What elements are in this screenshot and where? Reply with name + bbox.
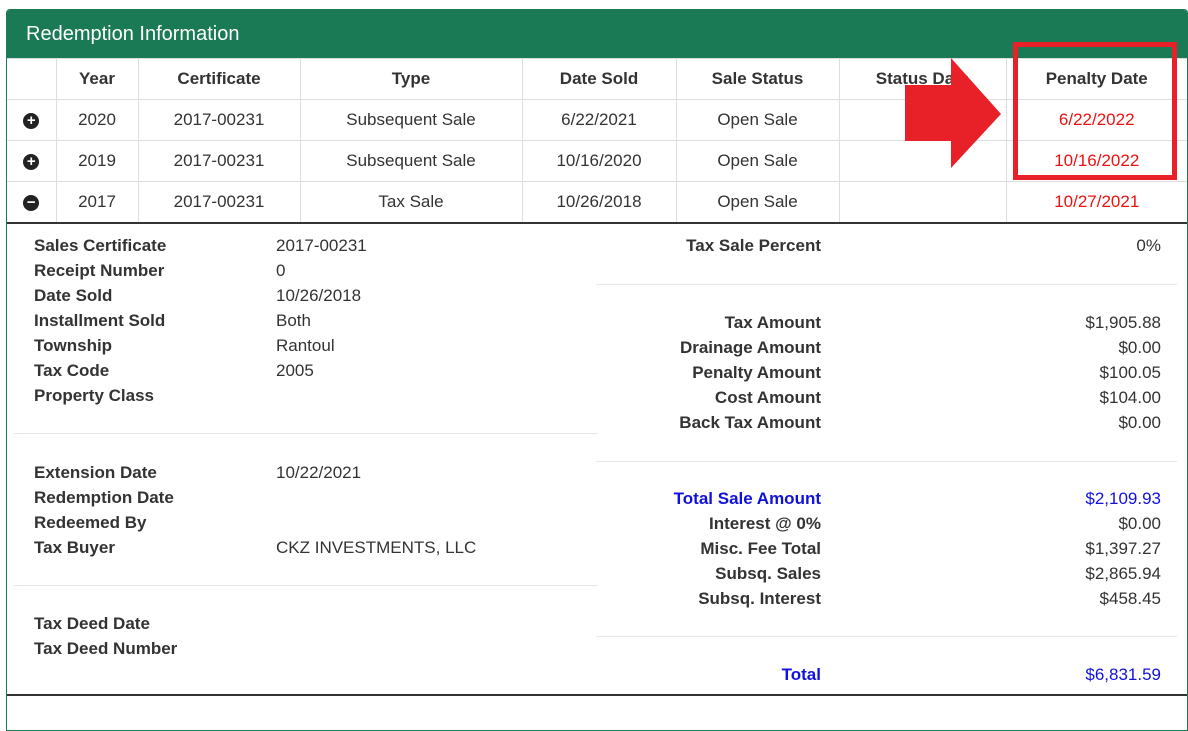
property-class-label: Property Class [34,386,154,405]
date-sold-cell: 10/16/2020 [521,140,677,182]
table-row: − 2017 2017-00231 Tax Sale 10/26/2018 Op… [7,181,1187,224]
interest-label: Interest @ 0% [708,514,821,533]
status-date-cell [838,181,1007,224]
section-divider [14,585,598,586]
certificate-cell: 2017-00231 [137,181,301,224]
panel-title: Redemption Information [7,10,1187,58]
installment-sold-value: Both [276,311,311,330]
date-sold-cell: 6/22/2021 [521,99,677,141]
penalty-amount-value: $100.05 [1099,363,1161,382]
minus-circle-icon[interactable]: − [23,194,40,211]
subsq-interest-label: Subsq. Interest [698,589,821,608]
drainage-amount-label: Drainage Amount [679,338,821,357]
tax-buyer-value: CKZ INVESTMENTS, LLC [276,538,477,557]
redemption-table: Year Certificate Type Date Sold Sale Sta… [7,58,1187,224]
date-sold-value: 10/26/2018 [276,286,362,305]
subsq-interest-value: $458.45 [1099,589,1161,608]
tax-deed-date-label: Tax Deed Date [34,614,150,633]
sale-status-cell: Open Sale [675,181,840,224]
col-header-toggle [7,58,57,100]
tax-buyer-label: Tax Buyer [34,538,115,557]
back-tax-amount-value: $0.00 [1118,413,1161,432]
redemption-panel: Redemption Information Year Certificate … [6,9,1188,731]
section-divider [596,636,1177,637]
tax-code-value: 2005 [276,361,314,380]
type-cell: Subsequent Sale [299,140,523,182]
section-divider [14,433,598,434]
certificate-cell: 2017-00231 [137,99,301,141]
extension-date-label: Extension Date [34,463,157,482]
cost-amount-label: Cost Amount [714,388,821,407]
col-header-date-sold[interactable]: Date Sold [521,58,677,100]
next-row-divider [7,694,1187,696]
year-cell: 2017 [55,181,139,224]
receipt-number-label: Receipt Number [34,261,165,280]
section-divider [596,284,1177,285]
plus-circle-icon[interactable]: + [23,153,40,170]
interest-value: $0.00 [1118,514,1161,533]
receipt-number-value: 0 [276,261,286,280]
subsq-sales-label: Subsq. Sales [715,564,821,583]
redeemed-by-label: Redeemed By [34,513,147,532]
sales-certificate-label: Sales Certificate [34,236,167,255]
penalty-date-cell: 10/27/2021 [1005,181,1187,224]
total-sale-amount-value: $2,109.93 [1085,489,1161,508]
tax-sale-percent-value: 0% [1136,236,1161,255]
year-cell: 2019 [55,140,139,182]
col-header-sale-status[interactable]: Sale Status [675,58,840,100]
plus-circle-icon[interactable]: + [23,112,40,129]
tax-code-label: Tax Code [34,361,110,380]
expand-cell[interactable]: + [7,140,57,182]
tax-amount-label: Tax Amount [724,313,821,332]
date-sold-cell: 10/26/2018 [521,181,677,224]
back-tax-amount-label: Back Tax Amount [679,413,821,432]
date-sold-label: Date Sold [34,286,113,305]
sale-status-cell: Open Sale [675,140,840,182]
cost-amount-value: $104.00 [1099,388,1161,407]
expand-cell[interactable]: + [7,99,57,141]
certificate-detail-panel: Sales Certificate 2017-00231 Receipt Num… [7,231,1187,695]
type-cell: Tax Sale [299,181,523,224]
misc-fee-total-label: Misc. Fee Total [700,539,821,558]
misc-fee-total-value: $1,397.27 [1085,539,1161,558]
table-row: + 2020 2017-00231 Subsequent Sale 6/22/2… [7,99,1187,141]
drainage-amount-value: $0.00 [1118,338,1161,357]
table-row: + 2019 2017-00231 Subsequent Sale 10/16/… [7,140,1187,182]
tax-amount-value: $1,905.88 [1085,313,1161,332]
penalty-amount-label: Penalty Amount [692,363,821,382]
certificate-cell: 2017-00231 [137,140,301,182]
sale-status-cell: Open Sale [675,99,840,141]
col-header-year[interactable]: Year [55,58,139,100]
col-header-certificate[interactable]: Certificate [137,58,301,100]
year-cell: 2020 [55,99,139,141]
table-header-row: Year Certificate Type Date Sold Sale Sta… [7,58,1187,100]
subsq-sales-value: $2,865.94 [1085,564,1161,583]
penalty-date-highlight-box [1013,42,1177,180]
total-sale-amount-label: Total Sale Amount [673,489,821,508]
red-arrow-icon [905,58,1001,168]
township-label: Township [34,336,113,355]
col-header-type[interactable]: Type [299,58,523,100]
installment-sold-label: Installment Sold [34,311,166,330]
tax-sale-percent-label: Tax Sale Percent [686,236,821,255]
tax-deed-number-label: Tax Deed Number [34,639,178,658]
type-cell: Subsequent Sale [299,99,523,141]
township-value: Rantoul [276,336,335,355]
section-divider [596,461,1177,462]
collapse-cell[interactable]: − [7,181,57,224]
extension-date-value: 10/22/2021 [276,463,362,482]
total-value: $6,831.59 [1085,665,1161,684]
redemption-date-label: Redemption Date [34,488,174,507]
sales-certificate-value[interactable]: 2017-00231 [276,236,367,256]
total-label: Total [781,665,821,684]
